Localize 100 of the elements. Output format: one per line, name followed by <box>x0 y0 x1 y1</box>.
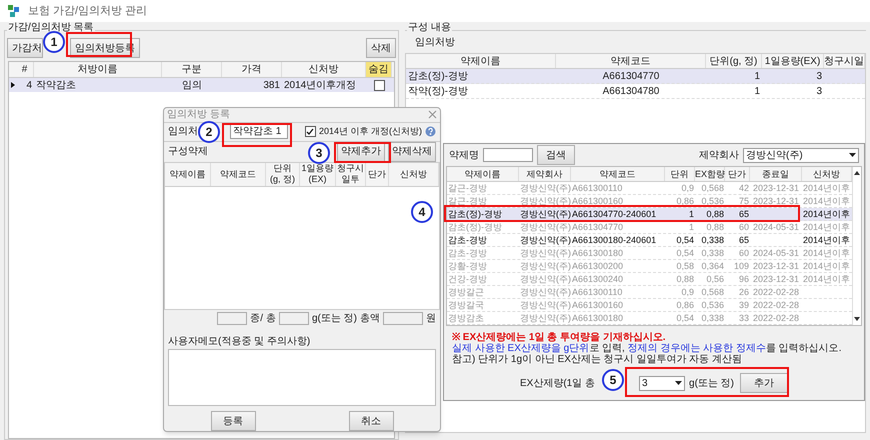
amount-field[interactable] <box>383 312 423 325</box>
delete-button[interactable]: 삭제 <box>366 38 396 58</box>
hide-checkbox[interactable] <box>374 80 384 90</box>
table-cell-text: 0,54 <box>675 234 695 246</box>
maker-dropdown[interactable]: 경방신약(주) <box>743 148 859 162</box>
table-cell-text: 2014년이후개정 <box>283 78 358 92</box>
weight-unit: g(또는 정) <box>312 312 357 326</box>
cancel-button[interactable]: 취소 <box>348 411 394 431</box>
scrollbar[interactable] <box>852 167 861 325</box>
highlight-frame <box>222 123 292 147</box>
table-cell-text: 1 <box>753 84 761 98</box>
column-header: 가격 <box>222 62 282 77</box>
dose-dropdown[interactable]: 3 <box>639 376 686 390</box>
drug-name-field[interactable] <box>483 148 533 162</box>
table-cell-text: A661300180 <box>571 312 624 324</box>
table-cell-text: 33 <box>738 312 750 324</box>
table-cell-text: 2022-02-28 <box>752 299 800 311</box>
table-cell-text: 1 <box>753 70 761 84</box>
table-cell-text: 2024-05-31 <box>752 221 800 233</box>
remove-drug-button[interactable]: 약제삭제 <box>388 142 436 162</box>
table-row[interactable]: 작약(정)-경방 A661304780 1 3 <box>406 84 865 99</box>
table-cell-text: 0,536 <box>700 195 725 207</box>
table-cell-text: 2014년이후 <box>802 221 852 233</box>
maker-label: 제약회사 <box>699 148 739 162</box>
table-cell-text: 381 <box>262 78 281 92</box>
table-row[interactable]: 4 작약감초 임의 381 2014년이후개정 <box>9 78 394 92</box>
column-header: 제약회사 <box>519 167 571 181</box>
table-cell: 경방신약(주) <box>519 299 571 311</box>
name-field[interactable]: 작약감초 1 <box>230 124 288 140</box>
table-cell-text: 0,54 <box>675 247 695 259</box>
table-cell-text: 경방갈근 <box>447 286 485 298</box>
table-cell-text: 26 <box>738 286 750 298</box>
table-cell-text: 96 <box>738 273 750 285</box>
dropdown-caret-icon <box>675 381 682 385</box>
note-text: 참고) 단위가 1g이 아닌 EX산제는 청구시 일일투여가 자동 계산됨 <box>452 354 744 365</box>
table-cell: 경방신약(주) <box>519 260 571 272</box>
column-header: 단가 <box>725 167 750 181</box>
memo-field[interactable] <box>168 349 436 406</box>
table-cell: 경방신약(주) <box>519 208 571 220</box>
table-cell: 경방신약(주) <box>519 247 571 259</box>
column-header: 약제코드 <box>556 54 706 68</box>
add-button[interactable]: 추가 <box>740 373 788 393</box>
column-header: 처방이름 <box>34 62 162 77</box>
column-header: 약제이름 <box>165 162 211 186</box>
table-cell-text: 2014년이후 <box>802 195 852 207</box>
table-cell-text: 감초-경방 <box>447 234 488 246</box>
column-header: 숨김 <box>366 62 392 77</box>
table-cell-text: 0,364 <box>700 260 725 272</box>
column-header: 단위 (g, 정) <box>266 162 300 186</box>
table-cell-text: 2022-02-28 <box>752 312 800 324</box>
table-cell-text: A661300200 <box>571 260 624 272</box>
table-cell-text: A661300110 <box>571 286 624 298</box>
table-row[interactable]: 감초(정)-경방 경방신약(주)A661304770-240601 1 0,88 65 2014년이후 <box>447 208 852 221</box>
table-cell-text: 0,338 <box>700 247 725 259</box>
close-icon[interactable] <box>428 110 437 120</box>
count-field[interactable] <box>217 312 248 325</box>
scroll-up-icon[interactable] <box>854 171 860 175</box>
help-icon[interactable] <box>425 126 436 138</box>
table-cell-text: 2014년이후 <box>802 247 852 259</box>
table-cell-text: 0,88 <box>705 208 725 220</box>
add-adjusted-button[interactable]: 가감처 <box>7 38 43 58</box>
table-cell-text: 0,536 <box>700 299 725 311</box>
table-cell-text: A661304780 <box>602 84 660 98</box>
register-button[interactable]: 등록 <box>210 411 256 431</box>
column-header: 약제코드 <box>571 167 665 181</box>
table-cell-text: A661304770 <box>571 221 624 233</box>
table-cell: 경방신약(주) <box>519 195 571 207</box>
subtitle: 임의처방 <box>414 36 456 50</box>
table-cell-text: 경방감초 <box>447 312 485 324</box>
table-cell-text: 2023-12-31 <box>752 182 800 194</box>
table-cell-text: 2014년이후 <box>802 260 852 272</box>
column-header: 약제코드 <box>211 162 266 186</box>
table-cell: 경방신약(주) <box>519 286 571 298</box>
window-title: 보험 가감/임의처방 관리 <box>28 4 148 19</box>
table-row[interactable]: 감초-경방 경방신약(주)A661300180-240601 0,54 0,338 65 2014년이후 <box>447 234 852 247</box>
table-cell-text: 0,56 <box>705 273 725 285</box>
dose-label: EX산제량(1일 총 <box>520 376 596 390</box>
table-cell-text: 3 <box>815 84 823 98</box>
section-label: 구성약제 <box>168 145 208 160</box>
new-rx-checkbox[interactable] <box>304 126 316 138</box>
column-header: 구분 <box>162 62 222 77</box>
table-cell-text: 109 <box>732 260 750 272</box>
column-header: 단위(g, 정) <box>706 54 762 68</box>
table-cell-text: 0,54 <box>675 312 695 324</box>
table-cell-text: 0,86 <box>675 195 695 207</box>
column-header: 신처방 <box>802 167 852 181</box>
scroll-down-icon[interactable] <box>854 317 860 321</box>
weight-field[interactable] <box>279 312 309 325</box>
column-header: 약제이름 <box>406 54 556 68</box>
column-header: 청구시 일투 <box>336 162 366 186</box>
column-header: 단가 <box>366 162 389 186</box>
table-cell-text: 0,568 <box>700 286 725 298</box>
table-row[interactable]: 감초(정)-경방 A661304770 1 3 <box>406 69 865 84</box>
table-cell: 경방신약(주) <box>519 221 571 233</box>
app-icon <box>8 5 20 17</box>
search-button[interactable]: 검색 <box>537 145 575 165</box>
table-cell-text: 39 <box>738 299 750 311</box>
dose-unit: g(또는 정) <box>689 376 734 390</box>
table-cell-text: A661300240 <box>571 273 624 285</box>
table-cell-text: 3 <box>815 70 823 84</box>
